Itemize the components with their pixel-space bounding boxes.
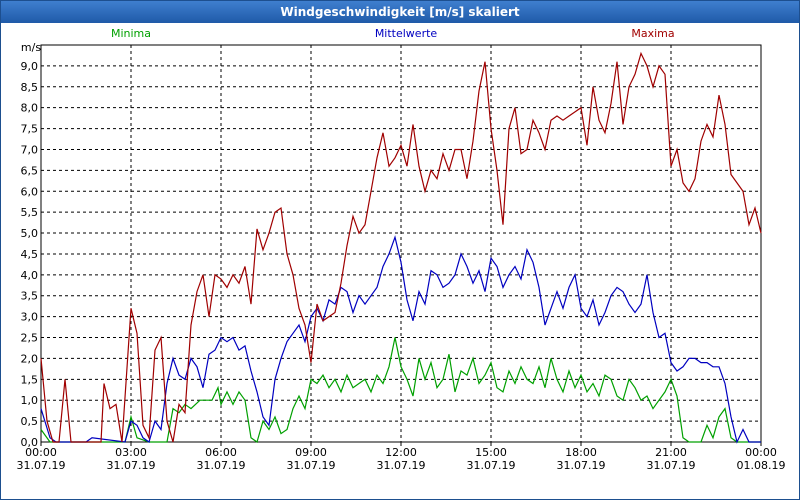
y-tick-label: 8,5 <box>21 81 39 94</box>
legend-mittelwerte: Mittelwerte <box>375 27 438 40</box>
window-title: Windgeschwindigkeit [m/s] skaliert <box>1 1 799 23</box>
x-tick-time: 00:00 <box>745 446 777 459</box>
y-tick-label: 1,5 <box>21 373 39 386</box>
x-tick-time: 09:00 <box>295 446 327 459</box>
y-tick-label: 4,5 <box>21 248 39 261</box>
x-tick-time: 06:00 <box>205 446 237 459</box>
wind-speed-chart: 0,00,51,01,52,02,53,03,54,04,55,05,56,06… <box>17 27 786 472</box>
y-tick-label: 5,0 <box>21 227 39 240</box>
y-tick-label: 5,5 <box>21 206 39 219</box>
x-tick-time: 00:00 <box>25 446 57 459</box>
y-tick-label: 0,5 <box>21 415 39 428</box>
y-axis-label: m/s <box>21 41 41 54</box>
y-tick-label: 8,0 <box>21 102 39 115</box>
x-tick-date: 31.07.19 <box>647 459 696 472</box>
x-tick-time: 03:00 <box>115 446 147 459</box>
y-tick-label: 7,5 <box>21 123 39 136</box>
x-tick-date: 31.07.19 <box>557 459 606 472</box>
y-tick-label: 6,5 <box>21 164 39 177</box>
y-tick-label: 3,5 <box>21 290 39 303</box>
legend-maxima: Maxima <box>631 27 674 40</box>
y-tick-label: 7,0 <box>21 143 39 156</box>
x-tick-date: 31.07.19 <box>107 459 156 472</box>
x-tick-time: 15:00 <box>475 446 507 459</box>
x-tick-date: 31.07.19 <box>197 459 246 472</box>
y-tick-label: 1,0 <box>21 394 39 407</box>
x-tick-time: 18:00 <box>565 446 597 459</box>
x-tick-date: 31.07.19 <box>17 459 66 472</box>
x-tick-date: 31.07.19 <box>467 459 516 472</box>
x-tick-time: 12:00 <box>385 446 417 459</box>
y-tick-label: 6,0 <box>21 185 39 198</box>
app-window: Windgeschwindigkeit [m/s] skaliert 0,0 0,… <box>0 0 800 500</box>
y-tick-label: 4,0 <box>21 269 39 282</box>
y-tick-label: 9,0 <box>21 60 39 73</box>
x-tick-date: 01.08.19 <box>737 459 786 472</box>
y-tick-label: 2,0 <box>21 352 39 365</box>
y-tick-label: 3,0 <box>21 311 39 324</box>
x-tick-time: 21:00 <box>655 446 687 459</box>
y-tick-label: 2,5 <box>21 332 39 345</box>
legend-minima: Minima <box>111 27 151 40</box>
x-tick-date: 31.07.19 <box>287 459 336 472</box>
x-tick-date: 31.07.19 <box>377 459 426 472</box>
